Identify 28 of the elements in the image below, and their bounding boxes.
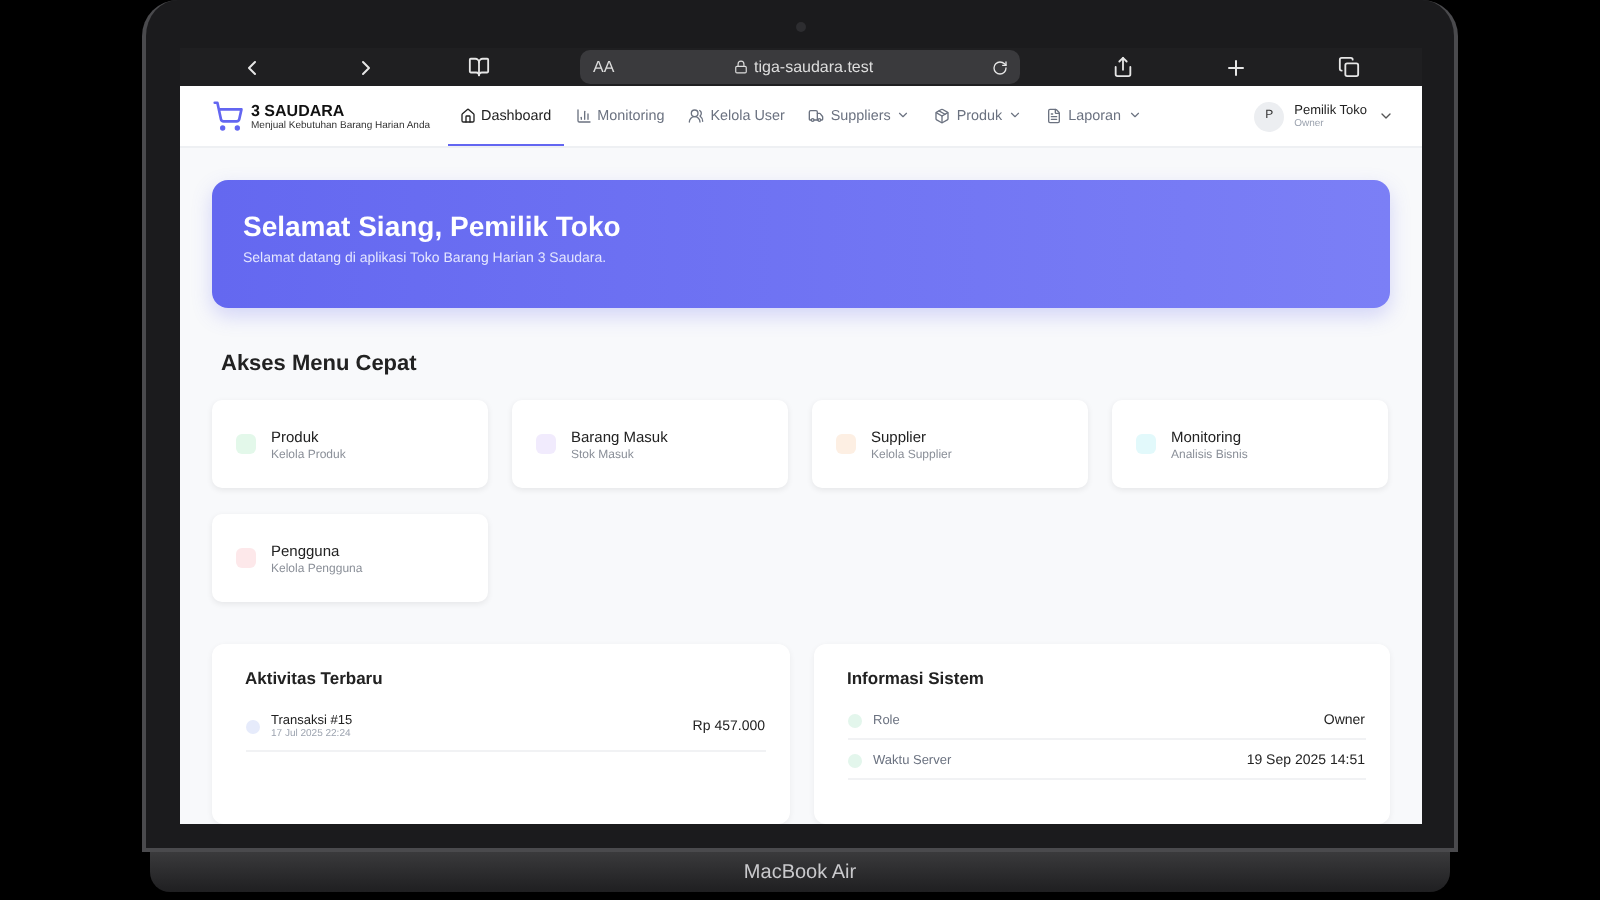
tabs-icon[interactable] bbox=[1338, 56, 1361, 79]
info-dot-icon bbox=[847, 754, 861, 768]
nav-icon bbox=[1046, 107, 1063, 124]
chevron-down-icon bbox=[1008, 108, 1023, 123]
reload-icon[interactable] bbox=[992, 59, 1009, 76]
activity-dot-icon bbox=[245, 720, 259, 734]
info-dot-icon bbox=[847, 714, 861, 728]
panel-title: Aktivitas Terbaru bbox=[245, 668, 385, 688]
nav-icon bbox=[808, 107, 825, 124]
nav-icon bbox=[934, 107, 951, 124]
nav-icon bbox=[575, 107, 592, 124]
nav-icon bbox=[459, 107, 475, 124]
chevron-down-icon bbox=[1127, 108, 1142, 123]
text-size-button[interactable]: AA bbox=[592, 58, 615, 77]
url-text: tiga-saudara.test bbox=[754, 58, 874, 77]
brand-name: 3 SAUDARA bbox=[251, 101, 347, 120]
share-icon[interactable] bbox=[1111, 56, 1134, 79]
plus-icon[interactable] bbox=[1224, 55, 1249, 80]
address-bar[interactable]: AA tiga-saudara.test bbox=[580, 50, 1021, 85]
chevron-down-icon bbox=[896, 108, 911, 123]
cart-logo-icon bbox=[211, 100, 243, 133]
device-label: MacBook Air bbox=[743, 861, 857, 883]
banner-title: Selamat Siang, Pemilik Toko bbox=[243, 210, 623, 242]
lock-icon bbox=[734, 60, 749, 75]
nav-icon bbox=[688, 107, 705, 124]
panel-title: Informasi Sistem bbox=[847, 668, 986, 688]
book-icon[interactable] bbox=[468, 56, 491, 79]
section-title: Akses Menu Cepat bbox=[221, 352, 419, 376]
